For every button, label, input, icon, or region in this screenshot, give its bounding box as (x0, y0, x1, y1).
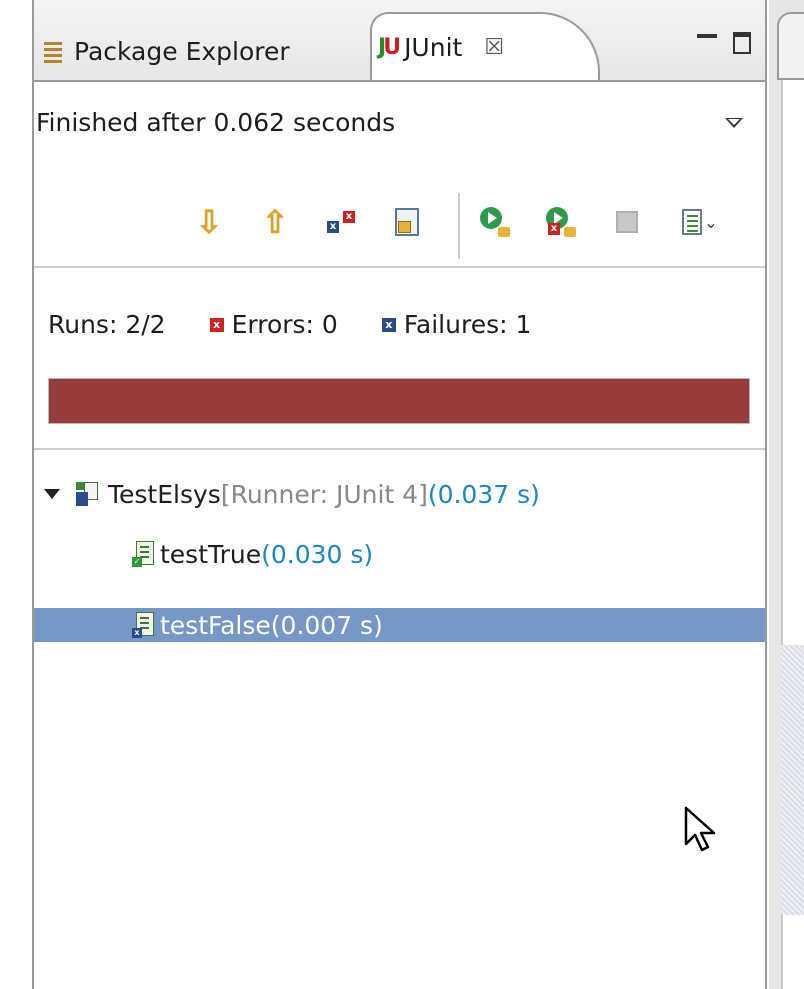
tree-row-test-selected[interactable]: x testFalse (0.007 s) (34, 608, 765, 642)
test-class-icon (76, 482, 98, 506)
runs-label: Runs: (48, 310, 126, 339)
expand-toggle-icon[interactable] (44, 489, 60, 499)
tab-junit[interactable]: JU JUnit ☒ (370, 12, 600, 80)
failures-value: 1 (515, 310, 532, 339)
junit-view-panel: Package Explorer JU JUnit ☒ Finished aft… (32, 0, 767, 989)
next-failure-icon[interactable]: ⇩ (194, 206, 224, 238)
test-time: (0.007 s) (270, 610, 383, 640)
minimize-icon[interactable] (697, 34, 717, 38)
test-passed-icon: ✓ (132, 541, 154, 567)
show-failures-only-icon[interactable]: xx (326, 206, 356, 238)
package-explorer-icon (44, 40, 62, 63)
editor-tab-edge[interactable] (777, 12, 804, 80)
tree-row-test[interactable]: ✓ testTrue (0.030 s) (34, 536, 765, 572)
failures-label: Failures: (403, 310, 516, 339)
test-failed-icon: x (132, 612, 154, 638)
mouse-cursor-icon (684, 806, 716, 852)
test-progress-bar (48, 378, 750, 424)
toolbar-separator (458, 193, 460, 259)
run-counters: Runs: 2/2 x Errors: 0 x Failures: 1 (48, 310, 531, 339)
tab-package-explorer-label: Package Explorer (74, 36, 290, 66)
test-time: (0.030 s) (261, 539, 374, 569)
tree-row-suite[interactable]: TestElsys [Runner: JUnit 4] (0.037 s) (34, 476, 765, 512)
view-window-controls (697, 32, 751, 54)
view-tab-bar: Package Explorer JU JUnit ☒ (34, 0, 765, 82)
overview-ruler (781, 645, 804, 915)
failure-icon: x (381, 317, 396, 332)
test-name: testTrue (160, 539, 262, 569)
test-run-history-icon[interactable]: ⌄ (678, 206, 722, 238)
toolbar-divider (34, 266, 765, 268)
previous-failure-icon[interactable]: ⇧ (260, 206, 290, 238)
progress-fill (49, 379, 749, 423)
test-name: testFalse (160, 610, 271, 640)
rerun-failed-first-icon[interactable]: x (546, 206, 576, 238)
view-menu-dropdown-icon[interactable] (725, 118, 743, 128)
run-status-text: Finished after 0.062 seconds (36, 108, 396, 137)
suite-runner: [Runner: JUnit 4] (220, 479, 428, 509)
error-icon: x (209, 317, 224, 332)
rerun-test-icon[interactable] (480, 206, 510, 238)
editor-pane-edge (769, 0, 804, 989)
tab-junit-label: JUnit (404, 32, 463, 62)
junit-toolbar: ⇩ ⇧ xx x ⌄ (34, 188, 765, 262)
chevron-down-icon[interactable]: ⌄ (704, 213, 717, 232)
scroll-lock-icon[interactable] (392, 206, 422, 238)
junit-icon: JU (378, 34, 401, 60)
runs-value: 2/2 (125, 310, 166, 339)
errors-label: Errors: (231, 310, 322, 339)
stop-icon[interactable] (612, 206, 642, 238)
errors-value: 0 (321, 310, 338, 339)
maximize-icon[interactable] (733, 32, 751, 54)
suite-time: (0.037 s) (427, 479, 540, 509)
suite-name: TestElsys (108, 479, 221, 509)
test-tree: TestElsys [Runner: JUnit 4] (0.037 s) ✓ … (34, 448, 765, 989)
tab-package-explorer[interactable]: Package Explorer (44, 26, 374, 76)
close-tab-icon[interactable]: ☒ (484, 35, 504, 60)
